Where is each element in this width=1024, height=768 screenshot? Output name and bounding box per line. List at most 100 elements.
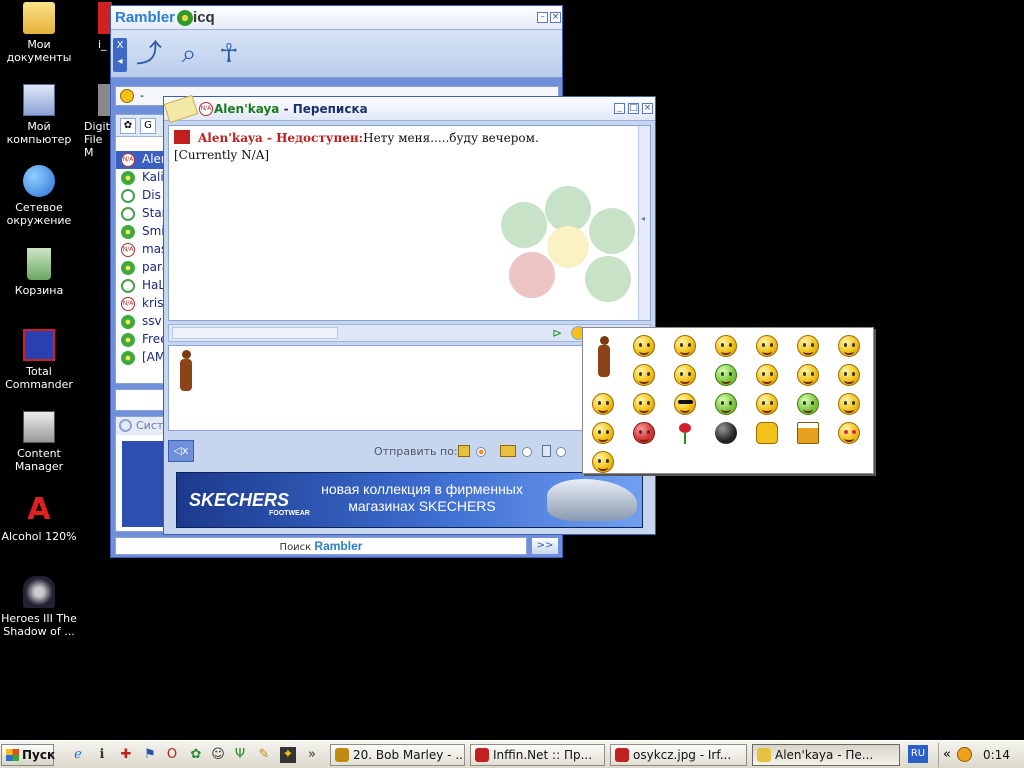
thumbs-up-icon[interactable] (756, 422, 778, 444)
devil-smiley-icon[interactable] (633, 422, 655, 444)
icq-send-icon[interactable] (458, 445, 470, 457)
chat-title-bar[interactable]: N/A Alen'kaya - Переписка _ □ × (163, 94, 655, 124)
smiley-icon[interactable] (838, 335, 860, 357)
taskbar-button[interactable]: Inffin.Net :: Пр... (470, 744, 605, 766)
ie-quicklaunch-icon[interactable]: ℯ (70, 747, 86, 763)
chat-close-button[interactable]: × (642, 103, 653, 114)
smiley-icon[interactable] (838, 364, 860, 386)
start-button[interactable]: Пуск (1, 744, 55, 766)
contact-row[interactable]: Kali (116, 169, 168, 187)
icq-quicklaunch-icon[interactable]: ✿ (188, 747, 204, 763)
runner-quicklaunch-icon[interactable]: ⚑ (142, 747, 158, 763)
contact-row[interactable]: N/AAlen'kaya (116, 151, 168, 169)
rambler-search-field[interactable]: Поиск Rambler (115, 537, 527, 555)
chat-minimize-button[interactable]: _ (614, 103, 625, 114)
smiley-icon[interactable] (838, 393, 860, 415)
language-indicator[interactable]: RU (908, 745, 928, 763)
tray-expand-button[interactable]: « (943, 747, 951, 762)
desktop-icon-recycle-bin[interactable]: Корзина (0, 248, 78, 297)
smiley-icon[interactable] (674, 364, 696, 386)
contact-row[interactable]: para (116, 259, 168, 277)
desktop-icon-partial-2[interactable]: Digit File M (84, 84, 112, 159)
sick-smiley-icon[interactable] (797, 393, 819, 415)
system-panel-header[interactable]: Систе (116, 417, 168, 435)
plant-quicklaunch-icon[interactable]: Ψ (232, 747, 248, 763)
smiley-icon[interactable] (633, 393, 655, 415)
desktop-icon-network[interactable]: Сетевое окружение (0, 165, 78, 227)
rose-icon[interactable] (674, 422, 696, 444)
face-quicklaunch-icon[interactable]: ☺ (210, 747, 226, 763)
send-arrow-icon[interactable]: ⊳ (552, 326, 562, 340)
love-smiley-icon[interactable] (838, 422, 860, 444)
smiley-icon[interactable] (633, 364, 655, 386)
desktop-icon-content-manager[interactable]: Content Manager (0, 411, 78, 473)
skechers-banner[interactable]: SKECHERS FOOTWEAR новая коллекция в фирм… (176, 472, 643, 528)
close-button[interactable]: × (550, 12, 561, 23)
history-scrollbar[interactable]: ◂ (638, 126, 650, 320)
send-via-sms-radio[interactable] (522, 447, 532, 457)
rambler-title-bar[interactable]: Rambler icq – × (111, 6, 562, 30)
bomb-icon[interactable] (715, 422, 737, 444)
minimize-button[interactable]: – (537, 12, 548, 23)
send-via-icq-radio[interactable] (476, 447, 486, 457)
desktop-icon-label: Content Manager (14, 447, 64, 473)
contact-row[interactable]: Star (116, 205, 168, 223)
smiley-icon[interactable] (715, 335, 737, 357)
smiley-icon[interactable] (592, 393, 614, 415)
sick-smiley-icon[interactable] (715, 393, 737, 415)
contact-row[interactable]: Smi (116, 223, 168, 241)
smiley-icon[interactable] (797, 335, 819, 357)
contact-row[interactable]: N/A mas (116, 241, 168, 259)
sms-send-icon[interactable] (500, 445, 516, 457)
quicklaunch-more-button[interactable]: » (304, 747, 320, 763)
desktop-icon-alcohol[interactable]: A Alcohol 120% (0, 494, 78, 544)
tray-face-icon[interactable] (957, 747, 972, 762)
running-man-icon[interactable]: ☥ (211, 36, 247, 72)
add-contact-icon[interactable]: ⤴ (131, 36, 167, 72)
smiley-icon[interactable] (756, 393, 778, 415)
pen-quicklaunch-icon[interactable]: ✎ (256, 747, 272, 763)
smiley-figure[interactable] (595, 336, 613, 378)
search-go-button[interactable]: >> (531, 537, 559, 555)
desktop-icon-total-commander[interactable]: Total Commander (0, 329, 78, 391)
smiley-icon[interactable] (756, 335, 778, 357)
desktop-icon-my-computer[interactable]: Мой компьютер (0, 84, 78, 146)
photo-quicklaunch-icon[interactable]: ✦ (280, 747, 296, 763)
tool-quicklaunch-icon[interactable]: ✚ (118, 747, 134, 763)
smiley-icon[interactable] (674, 335, 696, 357)
contact-row[interactable]: HaL (116, 277, 168, 295)
computer-icon (23, 84, 55, 116)
taskbar-button[interactable]: Alen'kaya - Пе... (752, 744, 900, 766)
tab-flower-icon[interactable]: ✿ (120, 118, 136, 134)
search-user-icon[interactable]: ⌕ (171, 36, 207, 72)
smiley-icon[interactable] (633, 335, 655, 357)
contact-list-footer (115, 389, 169, 411)
contact-row[interactable]: Free (116, 331, 168, 349)
send-via-phone-radio[interactable] (556, 447, 566, 457)
sick-smiley-icon[interactable] (715, 364, 737, 386)
contact-row[interactable]: Dis (116, 187, 168, 205)
taskbar-button[interactable]: osykcz.jpg - Irf... (610, 744, 747, 766)
chat-history[interactable]: Alen'kaya - Недоступен:Нету меня.....буд… (168, 125, 651, 321)
message-input[interactable] (168, 345, 651, 431)
chat-maximize-button[interactable]: □ (628, 103, 639, 114)
smiley-icon[interactable] (756, 364, 778, 386)
beer-icon[interactable] (797, 422, 819, 444)
opera-quicklaunch-icon[interactable]: O (164, 747, 180, 763)
contact-row[interactable]: [AM (116, 349, 168, 367)
toolbar-collapse-button[interactable]: X ◂ (113, 38, 127, 72)
smiley-icon[interactable] (592, 451, 614, 473)
smiley-icon[interactable] (592, 422, 614, 444)
phone-send-icon[interactable] (542, 445, 551, 457)
info-quicklaunch-icon[interactable]: ℹ (94, 747, 110, 763)
desktop-icon-my-documents[interactable]: Мои документы (0, 2, 78, 64)
contact-row[interactable]: N/A kris (116, 295, 168, 313)
back-button[interactable]: ◁x (168, 440, 194, 462)
contact-list-spacer (116, 137, 168, 151)
taskbar-button[interactable]: 20. Bob Marley - ... (330, 744, 465, 766)
tab-g[interactable]: G (140, 118, 156, 134)
desktop-icon-heroes[interactable]: Heroes III The Shadow of ... (0, 576, 78, 638)
cool-smiley-icon[interactable] (674, 393, 696, 415)
contact-row[interactable]: ssv (116, 313, 168, 331)
smiley-icon[interactable] (797, 364, 819, 386)
